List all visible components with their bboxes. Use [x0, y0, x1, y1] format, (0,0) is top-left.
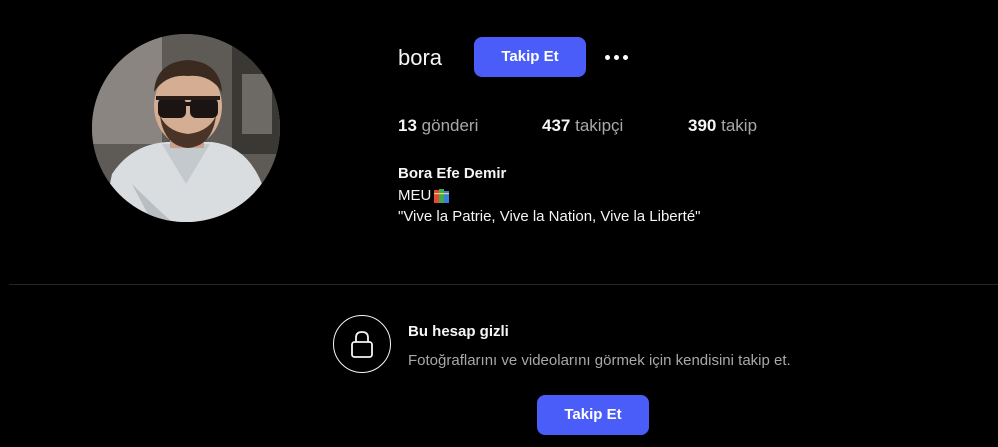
- follow-button[interactable]: Takip Et: [474, 37, 586, 77]
- following-label: takip: [721, 116, 758, 135]
- stat-followers[interactable]: 437 takipçi: [542, 115, 623, 137]
- profile-username: bora: [398, 45, 443, 70]
- private-account-title: Bu hesap gizli: [408, 323, 509, 340]
- lock-icon: [351, 331, 373, 358]
- stat-posts: 13 gönderi: [398, 115, 478, 137]
- posts-count: 13: [398, 116, 417, 135]
- profile-avatar[interactable]: [92, 34, 280, 222]
- posts-label: gönderi: [421, 116, 479, 135]
- profile-full-name: Bora Efe Demir: [398, 165, 507, 182]
- section-divider: [9, 284, 998, 285]
- more-horizontal-icon: [604, 54, 610, 60]
- followers-label: takipçi: [575, 116, 624, 135]
- private-account-description: Fotoğraflarını ve videolarını görmek içi…: [408, 352, 791, 369]
- more-options-button[interactable]: [600, 46, 632, 68]
- bio-line-1: MEU: [398, 186, 451, 206]
- stat-following[interactable]: 390 takip: [688, 115, 757, 137]
- following-count: 390: [688, 116, 717, 135]
- follow-button-bottom[interactable]: Takip Et: [537, 395, 649, 435]
- followers-count: 437: [542, 116, 571, 135]
- bio-line-2: "Vive la Patrie, Vive la Nation, Vive la…: [398, 208, 701, 225]
- bio-line-1-text: MEU: [398, 187, 432, 204]
- books-emoji-icon: [433, 188, 451, 204]
- lock-icon-circle: [333, 315, 391, 373]
- avatar-photo: [92, 34, 280, 222]
